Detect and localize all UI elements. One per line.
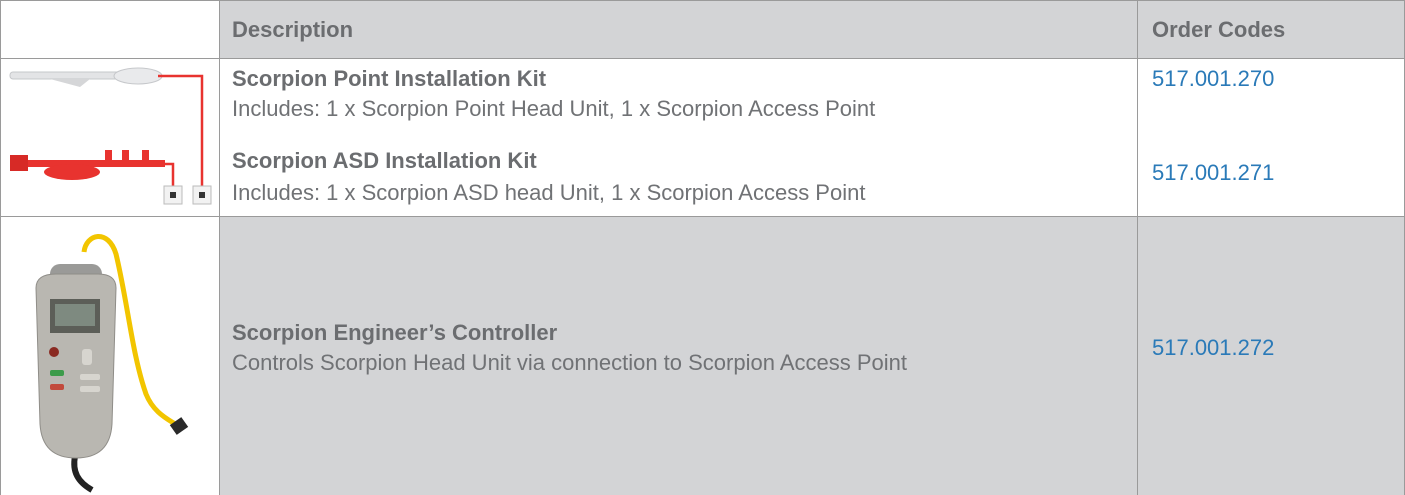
order-codes-table: Description Order Codes Scorpion Point I… bbox=[0, 0, 1405, 495]
grid-line bbox=[1137, 0, 1138, 495]
installation-kit-image bbox=[9, 67, 212, 205]
product-description: Controls Scorpion Head Unit via connecti… bbox=[232, 350, 908, 375]
header-order-codes: Order Codes bbox=[1152, 17, 1286, 42]
product-description: Includes: 1 x Scorpion Point Head Unit, … bbox=[232, 96, 876, 121]
grid-line bbox=[219, 0, 220, 495]
product-description: Includes: 1 x Scorpion ASD head Unit, 1 … bbox=[232, 180, 866, 205]
grid-line bbox=[0, 58, 1405, 59]
header-image-cell bbox=[0, 0, 219, 58]
grid-line bbox=[0, 0, 1, 495]
header-description-cell bbox=[219, 0, 1137, 58]
product-name: Scorpion Engineer’s Controller bbox=[232, 320, 558, 345]
order-code[interactable]: 517.001.272 bbox=[1152, 335, 1274, 361]
engineer-controller-image bbox=[35, 234, 189, 493]
order-code[interactable]: 517.001.270 bbox=[1152, 66, 1274, 92]
grid-line bbox=[0, 0, 1405, 1]
order-code[interactable]: 517.001.271 bbox=[1152, 160, 1274, 186]
product-name: Scorpion Point Installation Kit bbox=[232, 66, 547, 91]
product-name: Scorpion ASD Installation Kit bbox=[232, 148, 537, 173]
header-description: Description bbox=[232, 17, 354, 42]
grid-line bbox=[0, 216, 1405, 217]
